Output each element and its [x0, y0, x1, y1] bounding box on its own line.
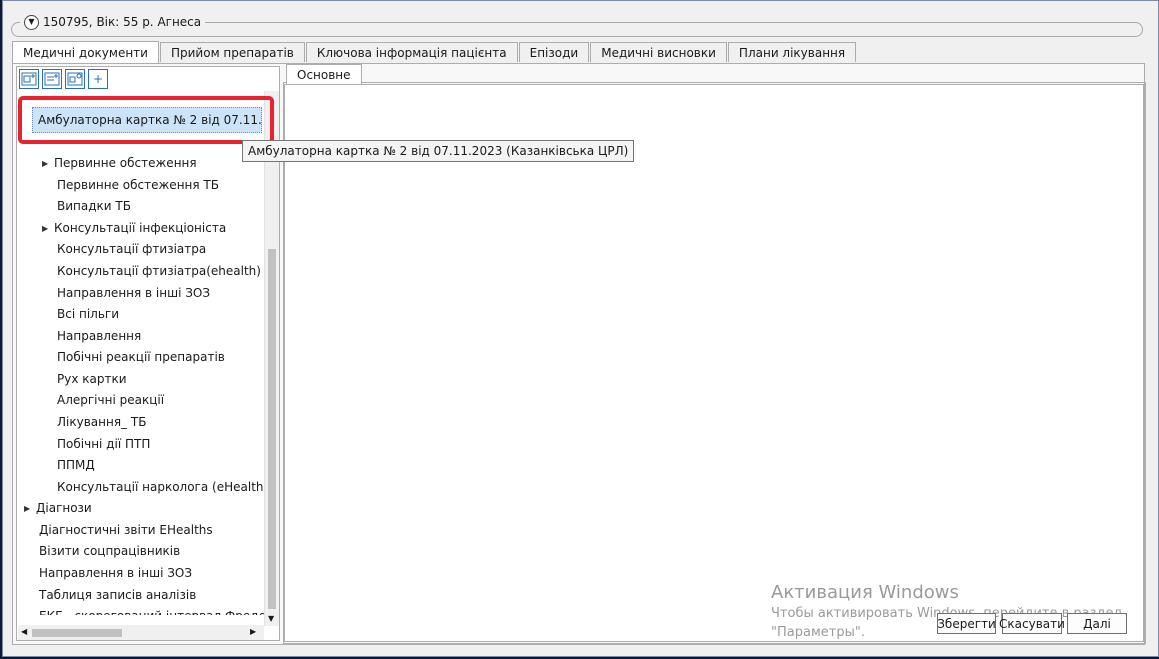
tree-item[interactable]: ЕКГ - скорегований інтервал Фредериція	[39, 606, 265, 615]
edit-document-icon[interactable]	[42, 69, 62, 89]
tab-medical-documents[interactable]: Медичні документи	[12, 41, 159, 63]
document-settings-icon[interactable]	[65, 69, 85, 89]
tree-item[interactable]: Направлення в інші ЗОЗ	[57, 283, 210, 303]
tree-item[interactable]: Рух картки	[57, 369, 127, 389]
tree-item[interactable]: Побічні реакції препаратів	[57, 347, 225, 367]
tab-key-patient-info[interactable]: Ключова інформація пацієнта	[305, 42, 518, 62]
tree-item[interactable]: Консультації нарколога (eHealth)	[57, 477, 265, 497]
tab-drug-intake[interactable]: Прийом препаратів	[159, 42, 305, 62]
tree-item[interactable]: Випадки ТБ	[57, 196, 131, 216]
document-tree: ▶ Первинне обстеження Первинне обстеженн…	[17, 91, 265, 615]
tree-item[interactable]: Лікування_ ТБ	[57, 412, 146, 432]
patient-header: ▼ 150795, Вік: 55 р. Агнеса	[20, 12, 206, 32]
collapse-chevron-icon[interactable]: ▼	[24, 14, 39, 30]
tree-item[interactable]: Таблиця записів аналізів	[39, 585, 196, 605]
tree-item[interactable]: ▶ Первинне обстеження	[42, 153, 197, 173]
scroll-left-arrow-icon[interactable]: ◀	[21, 627, 27, 636]
cancel-button[interactable]: Скасувати	[999, 613, 1065, 634]
tree-scroll-thumb[interactable]	[268, 249, 276, 609]
tree-vertical-scrollbar[interactable]: ▼	[264, 91, 279, 626]
document-tree-panel: + ▶ Первинне обстеження Первинне обстеже…	[16, 66, 280, 641]
save-button[interactable]: Зберегти	[937, 613, 996, 634]
scroll-right-arrow-icon[interactable]: ▶	[250, 627, 256, 636]
tree-item[interactable]: Направлення в інші ЗОЗ	[39, 563, 192, 583]
patient-header-label: 150795, Вік: 55 р. Агнеса	[43, 15, 202, 29]
tree-item[interactable]: Алергічні реакції	[57, 390, 164, 410]
next-button[interactable]: Далі	[1067, 613, 1127, 634]
tree-horizontal-scrollbar[interactable]: ◀ ▶	[18, 625, 264, 640]
tree-item-tooltip: Амбулаторна картка № 2 від 07.11.2023 (К…	[242, 140, 635, 162]
tab-episodes[interactable]: Епізоди	[518, 42, 590, 62]
tree-item[interactable]: Первинне обстеження ТБ	[57, 175, 219, 195]
expand-arrow-icon[interactable]: ▶	[24, 504, 36, 513]
tree-item[interactable]: Направлення	[57, 326, 141, 346]
tree-item[interactable]: Консультації фтизіатра	[57, 239, 206, 259]
tree-horizontal-scroll-thumb[interactable]	[32, 629, 122, 637]
add-document-icon[interactable]	[19, 69, 39, 89]
tab-treatment-plans[interactable]: Плани лікування	[727, 42, 857, 62]
tree-item[interactable]: Діагностичні звіти EHealths	[39, 520, 213, 540]
tree-item[interactable]: Консультації фтизіатра(ehealth)	[57, 261, 261, 281]
tree-item[interactable]: ▶ Консультації інфекціоніста	[42, 218, 226, 238]
scroll-down-arrow-icon[interactable]: ▼	[268, 614, 274, 623]
main-tabs: Медичні документи Прийом препаратів Ключ…	[12, 41, 857, 63]
add-icon[interactable]: +	[88, 69, 108, 89]
document-content-panel	[284, 84, 1144, 642]
tree-toolbar: +	[19, 69, 108, 91]
tree-item[interactable]: Побічні дії ПТП	[57, 434, 150, 454]
tab-main-info[interactable]: Основне	[286, 64, 362, 84]
tree-item[interactable]: ППМД	[57, 455, 95, 475]
tab-medical-conclusions[interactable]: Медичні висновки	[590, 42, 727, 62]
tree-item[interactable]: ▶ Діагнози	[24, 498, 92, 518]
annotation-highlight-box	[18, 96, 274, 144]
tree-item[interactable]: Візити соцпрацівників	[39, 541, 180, 561]
expand-arrow-icon[interactable]: ▶	[42, 224, 54, 233]
tree-item[interactable]: Всі пільги	[57, 304, 119, 324]
expand-arrow-icon[interactable]: ▶	[42, 159, 54, 168]
